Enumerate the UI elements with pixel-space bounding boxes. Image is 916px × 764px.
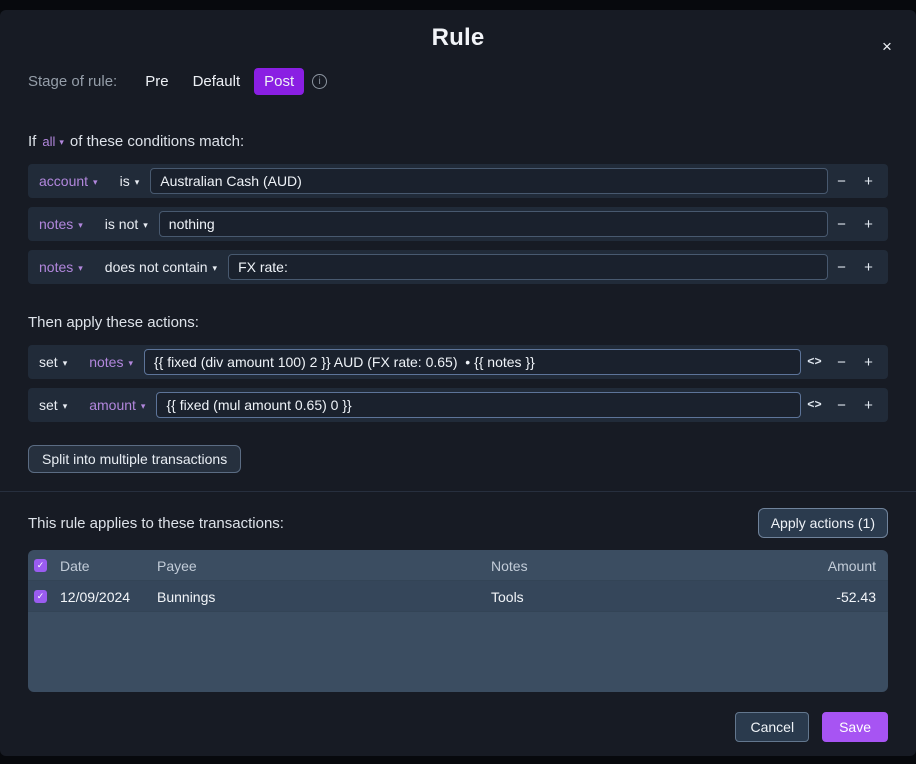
chevron-down-icon: ▾ [63, 359, 68, 368]
actions-heading: Then apply these actions: [28, 314, 888, 331]
row-checkbox[interactable]: ✓ [34, 590, 47, 603]
add-condition-button[interactable]: + [855, 168, 882, 195]
chevron-down-icon: ▾ [141, 402, 146, 411]
remove-action-button[interactable]: − [828, 349, 855, 376]
table-row[interactable]: ✓ 12/09/2024 Bunnings Tools -52.43 [28, 581, 888, 612]
condition-op-label: does not contain [105, 259, 208, 275]
condition-op-select[interactable]: is ▾ [109, 173, 151, 189]
transactions-table: ✓ Date Payee Notes Amount ✓ 12/09/2024 B… [28, 550, 888, 692]
column-header-amount: Amount [778, 558, 888, 574]
section-divider [0, 491, 916, 492]
chevron-down-icon: ▾ [128, 359, 133, 368]
condition-op-label: is [120, 173, 130, 189]
condition-field-label: account [39, 173, 88, 189]
condition-row: notes ▾ does not contain ▾ − + [28, 250, 888, 284]
action-verb-label: set [39, 397, 58, 413]
action-row: set ▾ amount ▾ <> − + [28, 388, 888, 422]
add-action-button[interactable]: + [855, 349, 882, 376]
action-field-label: notes [89, 354, 123, 370]
chevron-down-icon: ▾ [213, 264, 218, 273]
chevron-down-icon: ▾ [143, 221, 148, 230]
transactions-heading: This rule applies to these transactions: [28, 515, 284, 532]
condition-match-select[interactable]: all ▾ [42, 134, 64, 149]
action-field-select[interactable]: notes ▾ [78, 354, 144, 370]
chevron-down-icon: ▾ [135, 178, 140, 187]
chevron-down-icon: ▾ [78, 221, 83, 230]
remove-condition-button[interactable]: − [828, 254, 855, 281]
stage-option-default[interactable]: Default [183, 68, 251, 95]
action-verb-label: set [39, 354, 58, 370]
action-verb-select[interactable]: set ▾ [28, 354, 78, 370]
select-all-checkbox[interactable]: ✓ [34, 559, 47, 572]
transactions-header: This rule applies to these transactions:… [28, 508, 888, 538]
cell-payee: Bunnings [157, 589, 491, 605]
condition-field-label: notes [39, 259, 73, 275]
apply-actions-button[interactable]: Apply actions (1) [758, 508, 888, 538]
conditions-heading: If all ▾ of these conditions match: [28, 133, 888, 150]
add-condition-button[interactable]: + [855, 211, 882, 238]
rule-modal: Rule × Stage of rule: Pre Default Post i… [0, 10, 916, 756]
chevron-down-icon: ▾ [63, 402, 68, 411]
template-code-icon[interactable]: <> [801, 392, 828, 419]
action-value-input[interactable] [156, 392, 801, 418]
action-row: set ▾ notes ▾ <> − + [28, 345, 888, 379]
action-field-select[interactable]: amount ▾ [78, 397, 156, 413]
chevron-down-icon: ▾ [78, 264, 83, 273]
column-header-date: Date [60, 558, 157, 574]
condition-field-select[interactable]: notes ▾ [28, 216, 94, 232]
action-rows: set ▾ notes ▾ <> − + set ▾ amount ▾ <> − [28, 345, 888, 422]
cell-date: 12/09/2024 [60, 589, 157, 605]
stage-of-rule-row: Stage of rule: Pre Default Post i [28, 68, 888, 95]
condition-value-input[interactable] [228, 254, 828, 280]
condition-op-label: is not [105, 216, 138, 232]
column-header-notes: Notes [491, 558, 778, 574]
info-icon[interactable]: i [312, 74, 327, 89]
condition-op-select[interactable]: does not contain ▾ [94, 259, 228, 275]
remove-condition-button[interactable]: − [828, 168, 855, 195]
action-field-label: amount [89, 397, 136, 413]
stage-label: Stage of rule: [28, 73, 117, 90]
conditions-heading-suffix: of these conditions match: [70, 133, 244, 150]
table-header-row: ✓ Date Payee Notes Amount [28, 550, 888, 581]
cell-amount: -52.43 [778, 589, 888, 605]
stage-option-pre[interactable]: Pre [135, 68, 178, 95]
condition-field-select[interactable]: notes ▾ [28, 259, 94, 275]
add-condition-button[interactable]: + [855, 254, 882, 281]
action-value-input[interactable] [144, 349, 801, 375]
chevron-down-icon: ▾ [93, 178, 98, 187]
add-action-button[interactable]: + [855, 392, 882, 419]
condition-rows: account ▾ is ▾ − + notes ▾ is not ▾ − + [28, 164, 888, 284]
modal-footer: Cancel Save [28, 712, 888, 742]
condition-row: notes ▾ is not ▾ − + [28, 207, 888, 241]
save-button[interactable]: Save [822, 712, 888, 742]
column-header-payee: Payee [157, 558, 491, 574]
condition-field-select[interactable]: account ▾ [28, 173, 109, 189]
cell-notes: Tools [491, 589, 778, 605]
close-icon[interactable]: × [876, 36, 898, 58]
page-title: Rule [28, 24, 888, 52]
action-verb-select[interactable]: set ▾ [28, 397, 78, 413]
condition-op-select[interactable]: is not ▾ [94, 216, 159, 232]
conditions-heading-prefix: If [28, 133, 36, 150]
cancel-button[interactable]: Cancel [735, 712, 809, 742]
template-code-icon[interactable]: <> [801, 349, 828, 376]
stage-option-post[interactable]: Post [254, 68, 304, 95]
condition-value-input[interactable] [150, 168, 828, 194]
condition-row: account ▾ is ▾ − + [28, 164, 888, 198]
split-transactions-button[interactable]: Split into multiple transactions [28, 445, 241, 473]
chevron-down-icon: ▾ [59, 138, 64, 147]
condition-value-input[interactable] [159, 211, 828, 237]
remove-condition-button[interactable]: − [828, 211, 855, 238]
condition-field-label: notes [39, 216, 73, 232]
remove-action-button[interactable]: − [828, 392, 855, 419]
condition-match-value: all [42, 134, 55, 149]
